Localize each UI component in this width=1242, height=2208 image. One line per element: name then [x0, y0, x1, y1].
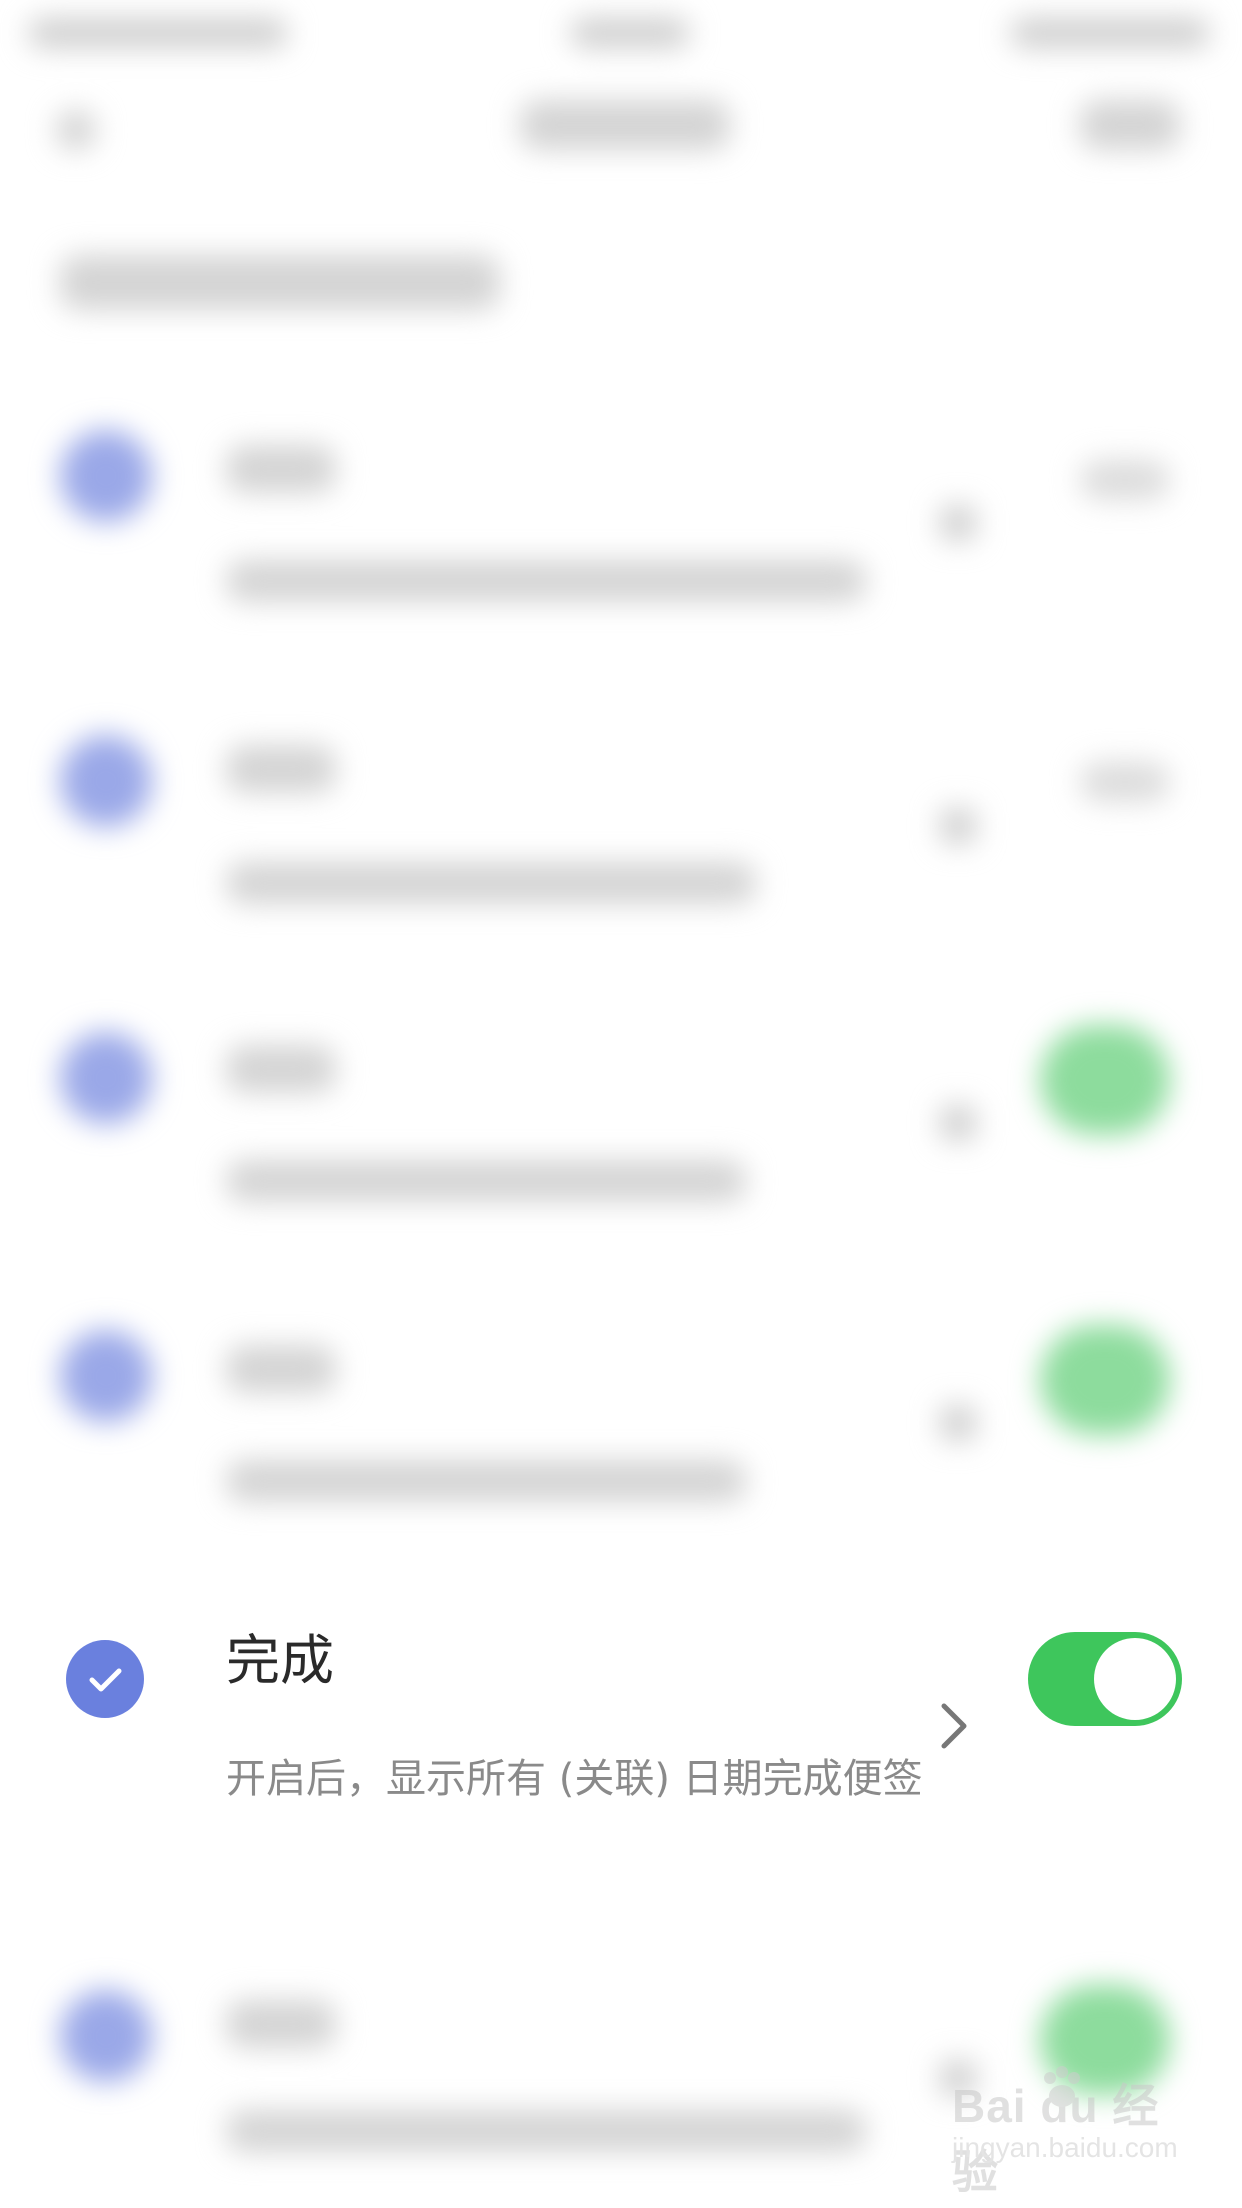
back-button[interactable]: [56, 110, 96, 150]
item-description: 开启后，显示所有 (关联) 日期完成便签: [226, 1756, 923, 1802]
section-header: [60, 255, 500, 310]
item-title: 完成: [226, 1629, 334, 1692]
row-2-check[interactable]: [60, 735, 152, 827]
row-4-chevron[interactable]: [940, 1405, 976, 1441]
row-1-title: [226, 445, 336, 493]
row-3-check[interactable]: [60, 1032, 152, 1124]
checkmark-icon[interactable]: [66, 1640, 144, 1718]
row-2-chevron[interactable]: [940, 808, 976, 844]
status-bar-left: [28, 18, 288, 48]
row-3-chevron[interactable]: [940, 1105, 976, 1141]
row-3-title: [226, 1045, 336, 1093]
row-1-toggle[interactable]: [1080, 460, 1170, 500]
row-3-desc: [226, 1160, 746, 1202]
row-4-title: [226, 1345, 336, 1393]
row-3-toggle[interactable]: [1040, 1025, 1170, 1135]
nav-action[interactable]: [1080, 100, 1180, 150]
row-2-toggle[interactable]: [1080, 762, 1170, 802]
row-4-toggle[interactable]: [1040, 1325, 1170, 1435]
watermark-url: jingyan.baidu.com: [952, 2132, 1178, 2163]
row-4-check[interactable]: [60, 1330, 152, 1422]
row-1-chevron[interactable]: [940, 505, 976, 541]
status-bar-right: [1010, 18, 1210, 48]
row-1-check[interactable]: [60, 430, 152, 522]
row-1-desc: [226, 560, 866, 602]
row-6-check[interactable]: [60, 1990, 152, 2082]
toggle-knob: [1094, 1638, 1176, 1720]
row-4-desc: [226, 1460, 746, 1502]
row-2-title: [226, 745, 336, 793]
toggle-switch[interactable]: [1028, 1632, 1182, 1726]
watermark: Bai du 经验 jingyan.baidu.com: [952, 2066, 1182, 2198]
paw-icon: [1044, 2066, 1080, 2107]
row-2-desc: [226, 862, 756, 904]
row-6-title: [226, 2000, 336, 2048]
status-bar-center: [570, 18, 690, 48]
screen: 完成 开启后，显示所有 (关联) 日期完成便签 Bai du 经验 jingya…: [0, 0, 1242, 2208]
chevron-right-icon[interactable]: [934, 1696, 974, 1756]
list-item-completed[interactable]: 完成 开启后，显示所有 (关联) 日期完成便签: [0, 1570, 1242, 1910]
nav-title: [520, 100, 730, 150]
row-6-desc: [226, 2110, 866, 2152]
